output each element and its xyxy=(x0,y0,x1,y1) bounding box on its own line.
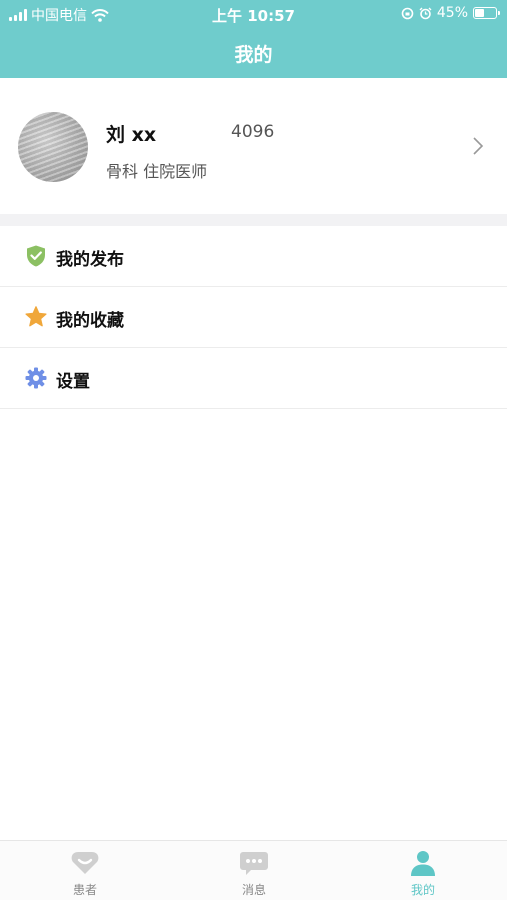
tab-messages[interactable]: 消息 xyxy=(204,849,304,898)
tab-label: 我的 xyxy=(410,883,435,897)
menu-item-label: 设置 xyxy=(56,372,90,392)
profile-name: 刘 xx xyxy=(106,124,157,146)
menu-item-my-favorites[interactable]: 我的收藏 xyxy=(0,287,507,348)
profile-department: 骨科 住院医师 xyxy=(106,162,208,181)
tab-me[interactable]: 我的 xyxy=(373,849,473,898)
tab-label: 患者 xyxy=(72,883,97,897)
battery-icon xyxy=(473,7,500,19)
menu-item-my-posts[interactable]: 我的发布 xyxy=(0,226,507,287)
battery-percent: 45% xyxy=(436,5,468,21)
section-divider xyxy=(0,214,507,226)
tab-label: 消息 xyxy=(241,883,266,897)
menu-item-label: 我的发布 xyxy=(56,250,124,270)
status-right: 45% xyxy=(401,5,500,21)
battery-fill xyxy=(475,9,484,17)
gear-icon xyxy=(25,367,47,389)
page-title: 我的 xyxy=(234,44,273,66)
orientation-lock-icon xyxy=(401,7,414,19)
message-icon xyxy=(240,852,268,875)
profile-icon xyxy=(411,851,435,876)
status-bar: 中国电信 上午 10:57 45% xyxy=(0,0,507,28)
profile-id-number: 4096 xyxy=(231,122,275,142)
shield-check-icon xyxy=(27,245,45,267)
chevron-right-icon[interactable] xyxy=(470,136,486,156)
avatar[interactable] xyxy=(18,112,88,182)
top-header: 中国电信 上午 10:57 45% 我的 xyxy=(0,0,507,78)
tab-bar: 患者 消息 我的 xyxy=(0,840,507,900)
menu-list: 我的发布 我的收藏 设置 xyxy=(0,226,507,409)
star-icon xyxy=(25,306,47,327)
profile-card[interactable]: 刘 xx 4096 骨科 住院医师 xyxy=(0,78,507,214)
tab-patients[interactable]: 患者 xyxy=(35,849,135,898)
patients-icon xyxy=(71,852,99,874)
alarm-icon xyxy=(419,7,432,19)
menu-item-settings[interactable]: 设置 xyxy=(0,348,507,409)
menu-item-label: 我的收藏 xyxy=(56,311,124,331)
